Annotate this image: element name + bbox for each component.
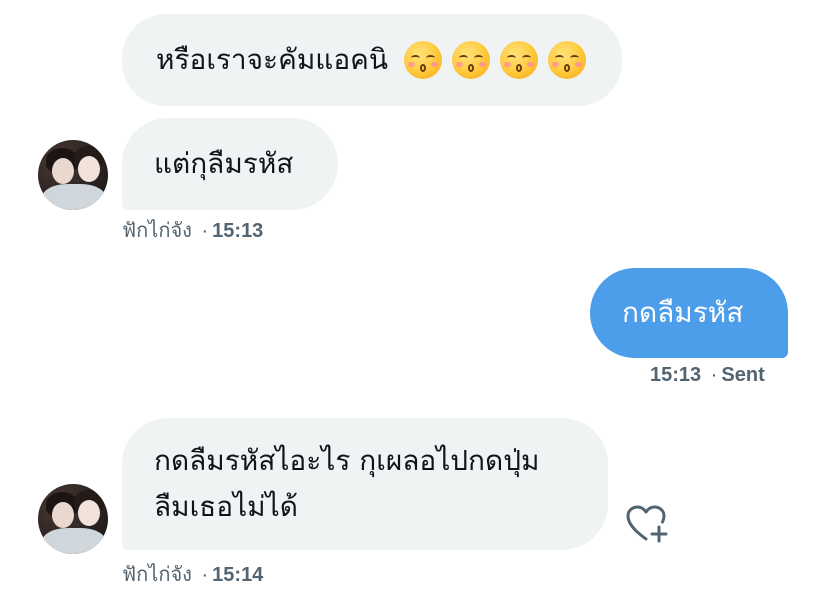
message-meta: 15:13 · Sent: [650, 364, 765, 387]
meta-separator: ·: [710, 364, 718, 386]
kissing-face-smiling-eyes-icon: [452, 41, 491, 79]
message-time: 15:14: [212, 564, 264, 586]
message-bubble-incoming[interactable]: หรือเราจะคัมแอคนิ: [122, 14, 622, 106]
message-text: กดลืมรหัส: [622, 296, 744, 329]
kissing-face-smiling-eyes-icon: [548, 41, 587, 79]
avatar[interactable]: [38, 140, 108, 210]
message-text-line: กดลืมรหัสไอะไร กุเผลอไปกดปุ่ม: [154, 444, 540, 477]
sender-name[interactable]: ฟักไก่จัง: [122, 220, 192, 242]
dm-conversation: หรือเราจะคัมแอคนิ แต่กุลืมรหัส ฟักไก่จัง…: [0, 0, 828, 601]
sender-name[interactable]: ฟักไก่จัง: [122, 564, 192, 586]
message-meta: ฟักไก่จัง · 15:13: [122, 214, 263, 246]
message-text-line: ลืมเธอไม่ได้: [154, 490, 298, 523]
message-text: หรือเราจะคัมแอคนิ: [156, 43, 389, 76]
message-time: 15:13: [212, 220, 264, 242]
meta-separator: ·: [201, 564, 209, 586]
message-time: 15:13: [650, 364, 702, 386]
message-meta: ฟักไก่จัง · 15:14: [122, 558, 263, 590]
message-status: Sent: [721, 364, 765, 386]
message-bubble-incoming[interactable]: แต่กุลืมรหัส: [122, 118, 338, 210]
message-bubble-outgoing[interactable]: กดลืมรหัส: [590, 268, 788, 358]
message-text: แต่กุลืมรหัส: [154, 147, 294, 180]
heart-plus-icon[interactable]: [626, 505, 670, 545]
kissing-face-smiling-eyes-icon: [404, 41, 443, 79]
avatar[interactable]: [38, 484, 108, 554]
message-bubble-incoming[interactable]: กดลืมรหัสไอะไร กุเผลอไปกดปุ่ม ลืมเธอไม่ไ…: [122, 418, 608, 550]
emoji-group: [404, 41, 587, 79]
kissing-face-smiling-eyes-icon: [500, 41, 539, 79]
meta-separator: ·: [201, 220, 209, 242]
